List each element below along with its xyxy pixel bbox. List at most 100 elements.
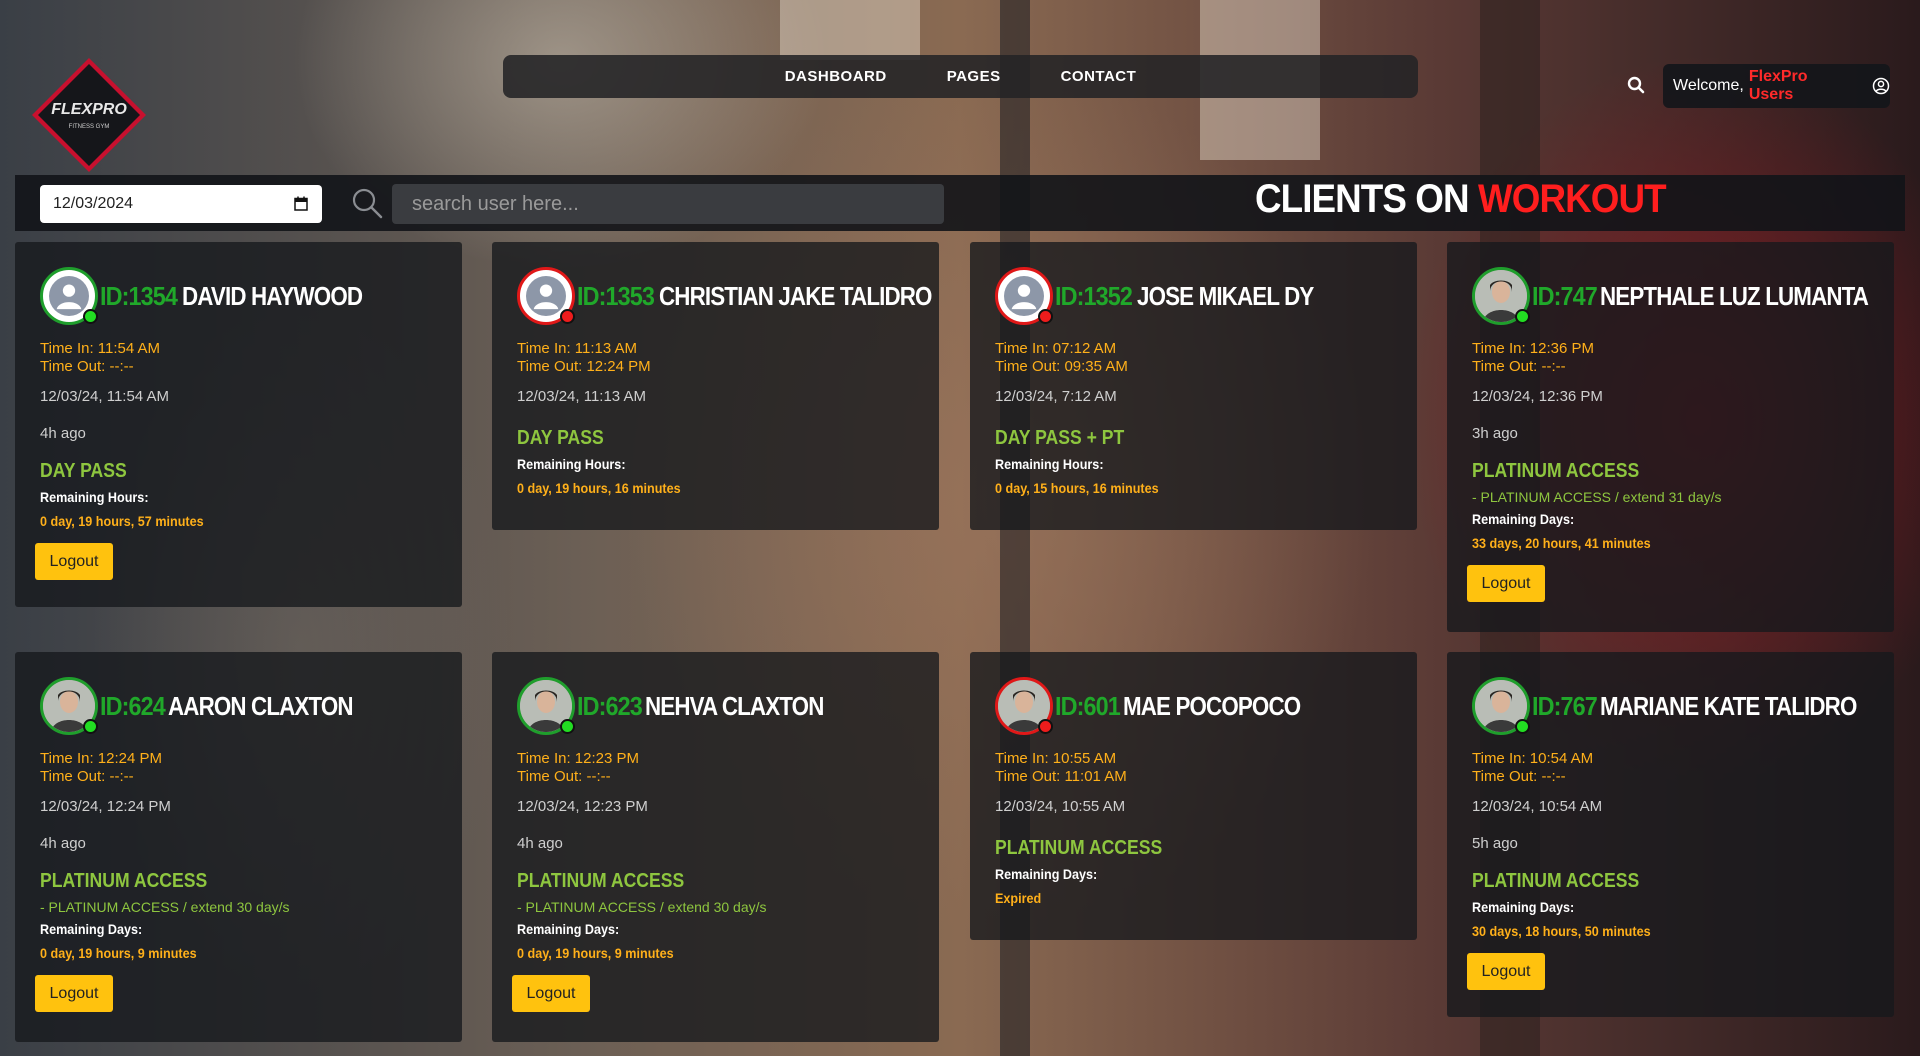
client-id: ID:623 — [577, 690, 643, 721]
time-ago: 3h ago — [1472, 425, 1518, 442]
top-nav: DASHBOARD PAGES CONTACT — [503, 55, 1418, 98]
remaining-value: 0 day, 19 hours, 57 minutes — [40, 513, 204, 529]
remaining-label: Remaining Hours: — [517, 456, 626, 472]
plan-name: DAY PASS — [517, 427, 604, 449]
avatar — [1472, 677, 1530, 735]
status-indicator — [1038, 309, 1053, 324]
time-ago: 5h ago — [1472, 835, 1518, 852]
card-header: ID:601 MAE POCOPOCO — [995, 676, 1392, 736]
time-out: Time Out: --:-- — [40, 358, 134, 375]
plan-name: PLATINUM ACCESS — [517, 870, 685, 892]
client-name: MARIANE KATE TALIDRO — [1600, 690, 1857, 721]
client-name: MAE POCOPOCO — [1123, 690, 1301, 721]
remaining-label: Remaining Days: — [1472, 899, 1575, 915]
time-block: Time In: 12:36 PM Time Out: --:-- — [1472, 340, 1869, 376]
time-block: Time In: 12:23 PM Time Out: --:-- — [517, 750, 914, 786]
client-id: ID:747 — [1532, 280, 1598, 311]
logout-button[interactable]: Logout — [35, 543, 113, 580]
logout-button[interactable]: Logout — [512, 975, 590, 1012]
user-circle-icon[interactable] — [1872, 77, 1890, 95]
page-title: CLIENTS ON WORKOUT — [1255, 177, 1667, 222]
logout-button[interactable]: Logout — [1467, 953, 1545, 990]
plan-name: PLATINUM ACCESS — [995, 837, 1163, 859]
client-name: AARON CLAXTON — [168, 690, 354, 721]
logo-text: FLEXPRO — [51, 101, 127, 118]
card-header: ID:767 MARIANE KATE TALIDRO — [1472, 676, 1869, 736]
avatar — [517, 267, 575, 325]
avatar — [40, 677, 98, 735]
status-indicator — [560, 719, 575, 734]
client-name: DAVID HAYWOOD — [181, 280, 363, 311]
nav-dashboard[interactable]: DASHBOARD — [785, 68, 887, 85]
time-block: Time In: 10:54 AM Time Out: --:-- — [1472, 750, 1869, 786]
time-out: Time Out: 11:01 AM — [995, 768, 1127, 785]
user-search-input[interactable]: search user here... — [392, 184, 944, 224]
card-header: ID:624 AARON CLAXTON — [40, 676, 437, 736]
user-menu[interactable]: Welcome, FlexPro Users — [1663, 64, 1890, 108]
remaining-label: Remaining Days: — [40, 921, 143, 937]
logout-button[interactable]: Logout — [35, 975, 113, 1012]
client-card: ID:1352 JOSE MIKAEL DY Time In: 07:12 AM Ti… — [970, 242, 1417, 530]
avatar — [995, 267, 1053, 325]
search-icon[interactable] — [1627, 76, 1645, 94]
time-in: Time In: 12:23 PM — [517, 750, 639, 767]
checkin-date: 12/03/24, 11:13 AM — [517, 388, 646, 405]
client-card: ID:601 MAE POCOPOCO Time In: 10:55 AM Time … — [970, 652, 1417, 940]
time-ago: 4h ago — [40, 835, 86, 852]
plan-name: PLATINUM ACCESS — [40, 870, 208, 892]
card-header: ID:623 NEHVA CLAXTON — [517, 676, 914, 736]
remaining-label: Remaining Hours: — [40, 489, 149, 505]
time-in: Time In: 11:54 AM — [40, 340, 161, 357]
page-title-main: CLIENTS ON — [1255, 177, 1478, 221]
client-name: CHRISTIAN JAKE TALIDRO — [658, 280, 932, 311]
date-picker[interactable]: 12/03/2024 — [40, 185, 322, 223]
remaining-value: 33 days, 20 hours, 41 minutes — [1472, 535, 1651, 551]
remaining-value: 0 day, 19 hours, 9 minutes — [40, 945, 197, 961]
time-out: Time Out: 12:24 PM — [517, 358, 651, 375]
time-out: Time Out: --:-- — [1472, 768, 1566, 785]
background-window — [780, 0, 920, 60]
card-header: ID:747 NEPTHALE LUZ LUMANTA — [1472, 266, 1869, 326]
client-name: NEHVA CLAXTON — [645, 690, 824, 721]
time-block: Time In: 12:24 PM Time Out: --:-- — [40, 750, 437, 786]
remaining-label: Remaining Days: — [1472, 511, 1575, 527]
time-out: Time Out: --:-- — [40, 768, 134, 785]
avatar — [1472, 267, 1530, 325]
time-in: Time In: 12:24 PM — [40, 750, 162, 767]
client-card: ID:1353 CHRISTIAN JAKE TALIDRO Time In: 11… — [492, 242, 939, 530]
time-ago: 4h ago — [517, 835, 563, 852]
time-out: Time Out: --:-- — [517, 768, 611, 785]
client-id: ID:1354 — [100, 280, 178, 311]
brand-logo[interactable]: FLEXPRO FITNESS GYM — [30, 56, 148, 174]
card-header: ID:1352 JOSE MIKAEL DY — [995, 266, 1392, 326]
nav-pages[interactable]: PAGES — [947, 68, 1001, 85]
avatar — [995, 677, 1053, 735]
remaining-label: Remaining Days: — [995, 866, 1098, 882]
time-block: Time In: 10:55 AM Time Out: 11:01 AM — [995, 750, 1392, 786]
client-name: NEPTHALE LUZ LUMANTA — [1600, 280, 1869, 311]
client-id: ID:601 — [1055, 690, 1121, 721]
welcome-username: FlexPro Users — [1748, 68, 1808, 103]
checkin-date: 12/03/24, 10:54 AM — [1472, 798, 1603, 815]
nav-contact[interactable]: CONTACT — [1061, 68, 1137, 85]
client-card: ID:747 NEPTHALE LUZ LUMANTA Time In: 12:36… — [1447, 242, 1894, 632]
client-card: ID:624 AARON CLAXTON Time In: 12:24 PM Time… — [15, 652, 462, 1042]
client-card: ID:767 MARIANE KATE TALIDRO Time In: 10:54… — [1447, 652, 1894, 1017]
calendar-icon[interactable] — [294, 196, 308, 211]
status-indicator — [1515, 309, 1530, 324]
time-in: Time In: 07:12 AM — [995, 340, 1117, 357]
search-icon[interactable] — [351, 187, 383, 219]
client-id: ID:767 — [1532, 690, 1598, 721]
client-id: ID:624 — [100, 690, 166, 721]
logout-button[interactable]: Logout — [1467, 565, 1545, 602]
remaining-value: 0 day, 19 hours, 16 minutes — [517, 480, 681, 496]
time-in: Time In: 11:13 AM — [517, 340, 638, 357]
time-block: Time In: 11:54 AM Time Out: --:-- — [40, 340, 437, 376]
plan-extension: - PLATINUM ACCESS / extend 31 day/s — [1472, 489, 1722, 505]
plan-name: DAY PASS + PT — [995, 427, 1125, 449]
welcome-label: Welcome, — [1673, 77, 1744, 94]
status-indicator — [83, 719, 98, 734]
time-in: Time In: 10:54 AM — [1472, 750, 1594, 767]
time-out: Time Out: 09:35 AM — [995, 358, 1128, 375]
checkin-date: 12/03/24, 12:23 PM — [517, 798, 648, 815]
